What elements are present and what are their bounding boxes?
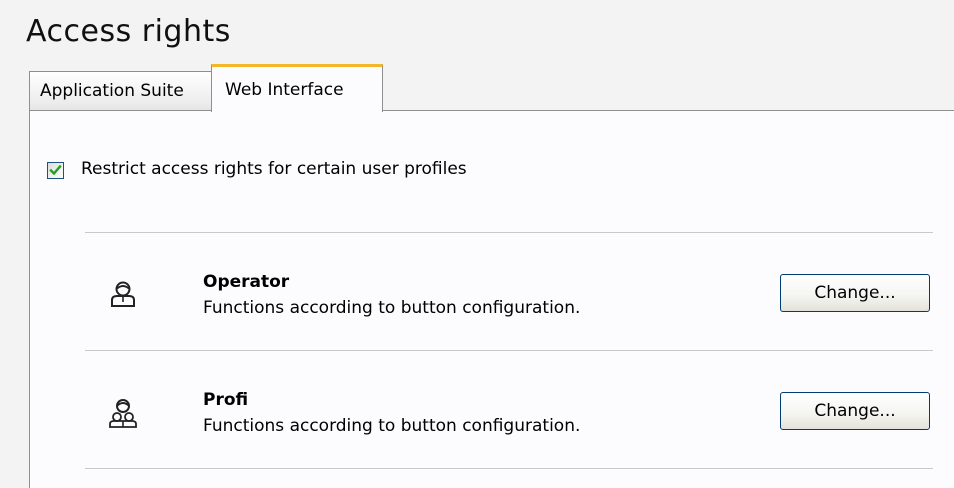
- access-rights-page: Access rights Application Suite Web Inte…: [0, 0, 954, 488]
- profile-description-operator: Functions according to button configurat…: [203, 298, 581, 318]
- divider: [85, 232, 933, 233]
- restrict-access-checkbox[interactable]: [47, 162, 64, 179]
- tab-application-suite[interactable]: Application Suite: [29, 71, 212, 111]
- tab-label: Web Interface: [225, 80, 344, 100]
- tab-label: Application Suite: [40, 81, 184, 101]
- tab-web-interface[interactable]: Web Interface: [211, 64, 383, 112]
- divider: [85, 468, 933, 469]
- profile-name-profi: Profi: [203, 390, 249, 410]
- divider: [85, 350, 933, 351]
- change-profi-button[interactable]: Change...: [780, 392, 930, 430]
- profile-name-operator: Operator: [203, 272, 290, 292]
- profile-description-profi: Functions according to button configurat…: [203, 416, 581, 436]
- page-title: Access rights: [26, 14, 231, 49]
- user-icon: [110, 280, 136, 312]
- users-group-icon: [108, 398, 138, 432]
- change-operator-button[interactable]: Change...: [780, 274, 930, 312]
- restrict-access-label[interactable]: Restrict access rights for certain user …: [81, 159, 467, 179]
- check-mark-icon: [49, 164, 62, 176]
